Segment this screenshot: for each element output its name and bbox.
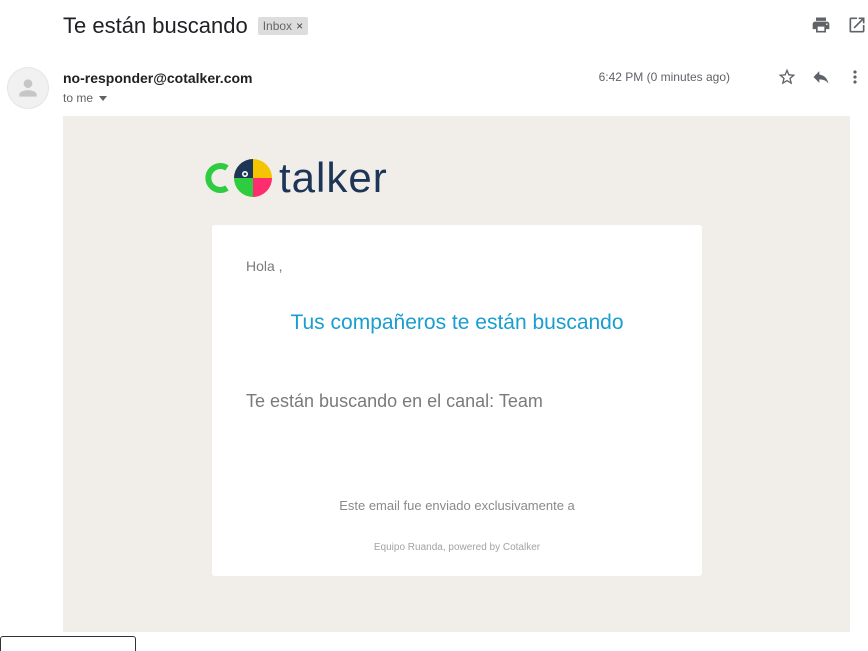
avatar-icon	[7, 67, 49, 109]
open-in-new-window-icon[interactable]	[846, 14, 868, 36]
reply-icon[interactable]	[810, 66, 832, 88]
bottom-panel-tab[interactable]	[0, 636, 136, 651]
top-actions	[810, 14, 868, 36]
notification-card: Hola , Tus compañeros te están buscando …	[212, 225, 702, 576]
headline-text: Tus compañeros te están buscando	[290, 311, 624, 334]
greeting-text: Hola ,	[246, 258, 283, 274]
recipient-details-toggle[interactable]: to me	[63, 91, 108, 105]
channel-text: Te están buscando en el canal: Team	[246, 391, 543, 411]
message-actions	[776, 66, 866, 88]
inbox-label-text: Inbox	[262, 19, 293, 33]
recipient-label: to me	[63, 91, 94, 105]
cotalker-logo-mark	[205, 159, 272, 197]
remove-label-button[interactable]: ×	[296, 19, 303, 33]
more-vertical-icon[interactable]	[844, 66, 866, 88]
logo-wordmark: talker	[279, 154, 388, 201]
email-body: talker Hola , Tus compañeros te están bu…	[63, 116, 850, 632]
print-icon[interactable]	[810, 14, 832, 36]
message-timestamp: 6:42 PM (0 minutes ago)	[598, 70, 730, 84]
cotalker-logo: talker	[205, 154, 388, 202]
email-subject: Te están buscando	[63, 13, 248, 38]
sender-address: no-responder@cotalker.com	[63, 70, 253, 86]
footer-note: Este email fue enviado exclusivamente a	[339, 498, 575, 513]
star-icon[interactable]	[776, 66, 798, 88]
inbox-label-chip[interactable]: Inbox ×	[257, 17, 309, 35]
email-header: Te están buscando Inbox ×	[63, 10, 309, 42]
powered-by-text: Equipo Ruanda, powered by Cotalker	[373, 542, 541, 553]
chevron-down-icon	[99, 96, 108, 101]
